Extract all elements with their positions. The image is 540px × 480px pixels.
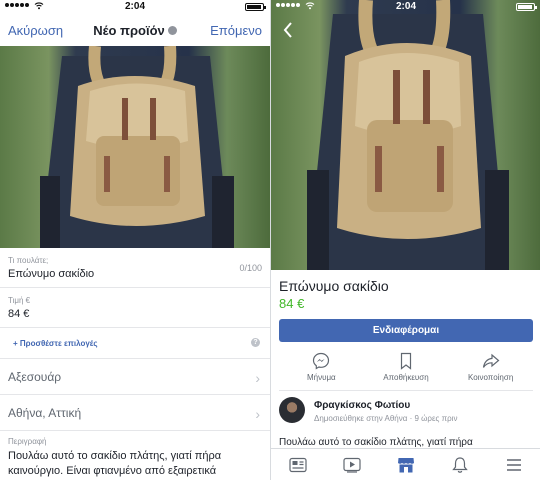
- back-button[interactable]: [283, 22, 293, 43]
- product-photo[interactable]: [0, 46, 270, 248]
- news-feed-icon: [289, 457, 307, 472]
- product-price: 84 €: [279, 296, 305, 311]
- category-value: Αξεσουάρ: [8, 370, 62, 384]
- add-options-label: + Προσθέστε επιλογές: [13, 339, 98, 348]
- help-icon[interactable]: ?: [251, 338, 260, 347]
- listing-description: Πουλάω αυτό το σακίδιο πλάτης, γιατί πήρ…: [279, 437, 473, 448]
- interested-button[interactable]: Ενδιαφέρομαι: [279, 319, 533, 342]
- location-value: Αθήνα, Αττική: [8, 406, 82, 420]
- video-icon: [343, 457, 361, 473]
- price-input[interactable]: 84 €: [8, 305, 262, 327]
- seller-row[interactable]: Φραγκίσκος Φωτίου Δημοσιεύθηκε στην Αθήν…: [279, 397, 533, 435]
- title-input[interactable]: Επώνυμο σακίδιο: [8, 265, 262, 287]
- notifications-icon: [452, 456, 468, 473]
- tab-news-feed[interactable]: [278, 451, 318, 479]
- battery-icon: [516, 3, 537, 11]
- tab-notifications[interactable]: [440, 451, 480, 479]
- share-icon: [482, 353, 500, 368]
- bookmark-icon: [400, 352, 412, 370]
- description-field[interactable]: Περιγραφή Πουλάω αυτό το σακίδιο πλάτης,…: [0, 431, 270, 480]
- listing-details: Επώνυμο σακίδιο 84 € Ενδιαφέρομαι Μήνυμα…: [271, 270, 540, 448]
- message-label: Μήνυμα: [306, 373, 336, 382]
- menu-icon: [507, 458, 521, 471]
- tab-menu[interactable]: [494, 451, 534, 479]
- action-row: Μήνυμα Αποθήκευση Κοινοποίηση: [279, 346, 533, 391]
- globe-icon: [167, 26, 177, 35]
- top-navigation: Ακύρωση Νέο προϊόν Επόμενο: [0, 14, 270, 46]
- marketplace-icon: [398, 457, 414, 472]
- chevron-left-icon: [283, 22, 292, 38]
- status-time: 2:04: [395, 1, 416, 12]
- listing-form: Τι πουλάτε; Επώνυμο σακίδιο 0/100 Τιμή €…: [0, 248, 270, 480]
- message-button[interactable]: Μήνυμα: [281, 346, 361, 390]
- product-photo[interactable]: [271, 0, 540, 270]
- messenger-icon: [313, 352, 330, 370]
- price-label: Τιμή €: [8, 296, 31, 305]
- title-field[interactable]: Τι πουλάτε; Επώνυμο σακίδιο 0/100: [0, 248, 270, 288]
- status-time: 2:04: [124, 1, 145, 12]
- share-button[interactable]: Κοινοποίηση: [451, 346, 531, 390]
- seller-name[interactable]: Φραγκίσκος Φωτίου: [314, 400, 410, 411]
- product-title: Επώνυμο σακίδιο: [279, 278, 389, 294]
- new-listing-screen: 2:04 Ακύρωση Νέο προϊόν Επόμενο Τι πουλά…: [0, 0, 270, 480]
- tab-marketplace[interactable]: [386, 451, 426, 479]
- title-label: Τι πουλάτε;: [8, 256, 49, 265]
- page-title-text: Νέο προϊόν: [93, 23, 165, 38]
- description-input[interactable]: Πουλάω αυτό το σακίδιο πλάτης, γιατί πήρ…: [8, 446, 262, 479]
- add-options-link[interactable]: + Προσθέστε επιλογές ?: [0, 328, 270, 359]
- chevron-right-icon: ›: [255, 370, 260, 386]
- location-select[interactable]: Αθήνα, Αττική ›: [0, 395, 270, 431]
- next-button[interactable]: Επόμενο: [210, 23, 262, 38]
- chevron-right-icon: ›: [255, 406, 260, 422]
- description-label: Περιγραφή: [8, 437, 47, 446]
- battery-icon: [245, 3, 266, 11]
- status-bar: 2:04: [0, 0, 270, 14]
- save-button[interactable]: Αποθήκευση: [366, 346, 446, 390]
- status-bar: 2:04: [271, 0, 540, 14]
- char-counter: 0/100: [239, 263, 262, 273]
- price-field[interactable]: Τιμή € 84 €: [0, 288, 270, 328]
- listing-preview-screen: 2:04 Επώνυμο σακίδιο 84 € Ενδιαφέρομαι Μ…: [270, 0, 540, 480]
- bottom-tab-bar: [271, 448, 540, 480]
- save-label: Αποθήκευση: [383, 373, 429, 382]
- tab-video[interactable]: [332, 451, 372, 479]
- seller-meta: Δημοσιεύθηκε στην Αθήνα · 9 ώρες πριν: [314, 414, 458, 423]
- category-select[interactable]: Αξεσουάρ ›: [0, 359, 270, 395]
- avatar[interactable]: [279, 397, 305, 423]
- share-label: Κοινοποίηση: [468, 373, 514, 382]
